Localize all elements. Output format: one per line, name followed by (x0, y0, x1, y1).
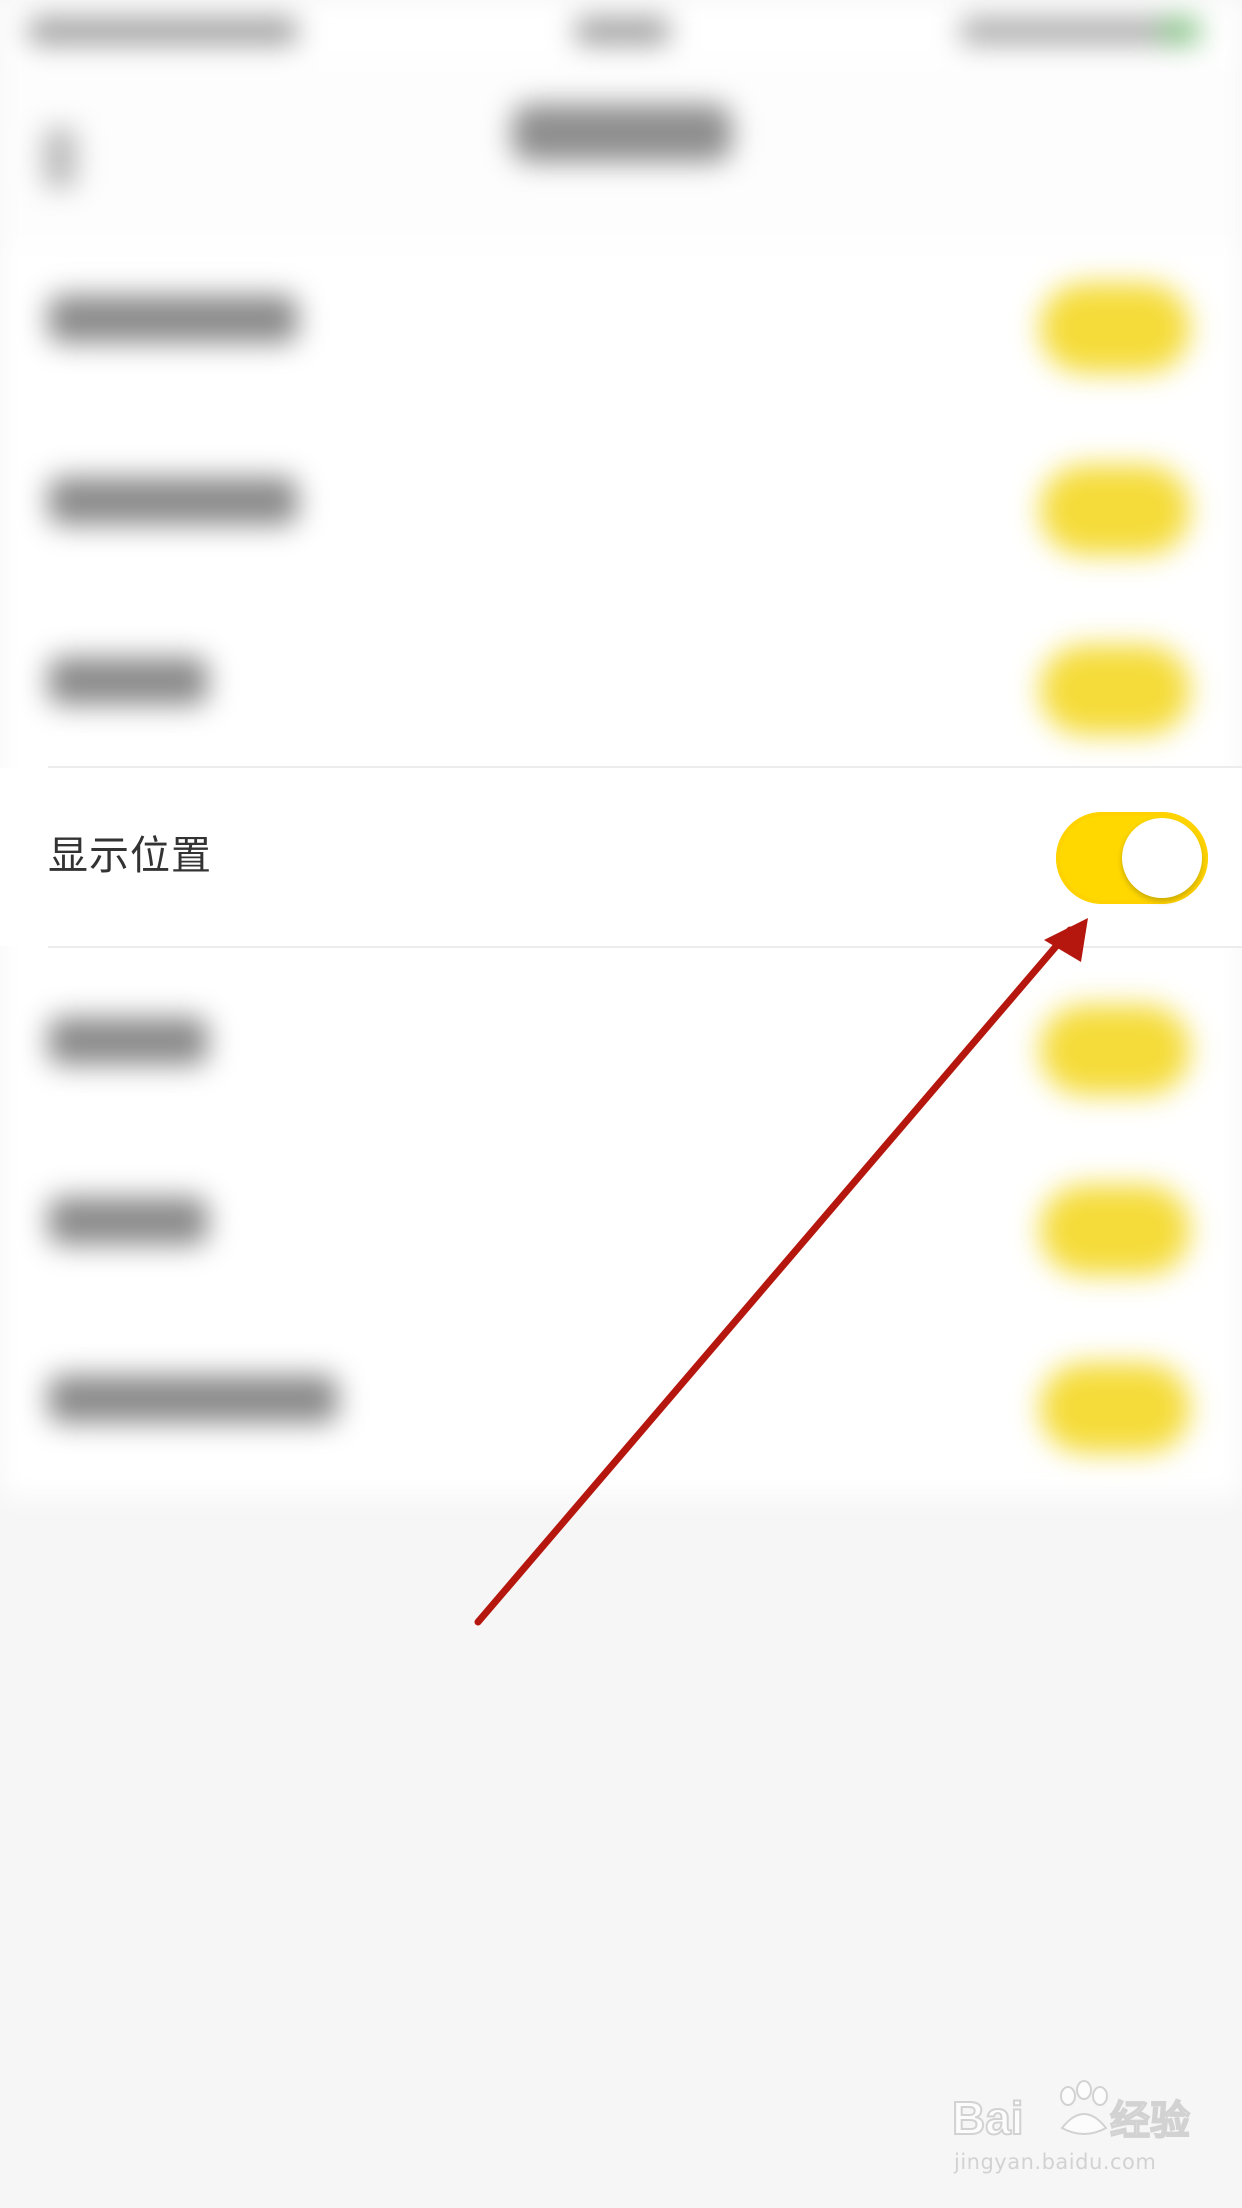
svg-text:经验: 经验 (1110, 2098, 1190, 2144)
baidu-jingyan-watermark: Bai 经验 jingyan.baidu.com (950, 2070, 1200, 2190)
paw-logo-icon: Bai 经验 (951, 2080, 1191, 2145)
settings-screen: 显示位置 Bai 经验 jingyan.baidu.com (0, 0, 1242, 2208)
svg-text:Bai: Bai (952, 2092, 1024, 2144)
arrow-annotation-icon (474, 918, 1088, 1626)
watermark-url: jingyan.baidu.com (954, 2150, 1157, 2174)
